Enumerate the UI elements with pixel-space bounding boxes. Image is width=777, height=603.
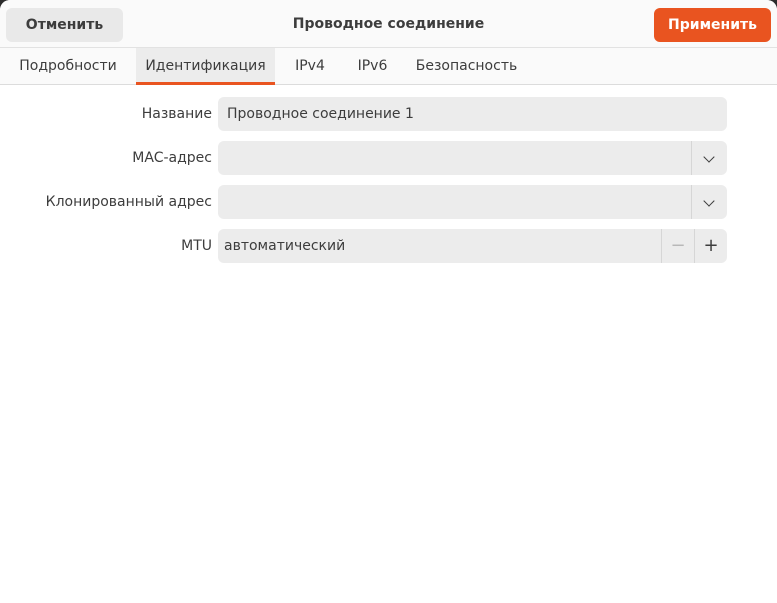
name-input[interactable]: Проводное соединение 1 <box>218 97 727 131</box>
chevron-down-icon <box>703 151 715 163</box>
plus-icon: + <box>703 235 719 256</box>
tab-bar: Подробности Идентификация IPv4 IPv6 Безо… <box>0 48 777 85</box>
minus-icon: − <box>670 235 686 256</box>
mtu-decrement-button[interactable]: − <box>661 229 694 263</box>
mac-dropdown-button[interactable] <box>692 141 727 175</box>
cloned-address-combobox[interactable] <box>218 185 727 219</box>
cloned-address-label: Клонированный адрес <box>45 194 212 210</box>
tab-security[interactable]: Безопасность <box>406 48 527 85</box>
cancel-button[interactable]: Отменить <box>6 8 123 42</box>
name-input-value: Проводное соединение 1 <box>227 106 414 122</box>
mtu-increment-button[interactable]: + <box>694 229 727 263</box>
mac-combobox[interactable] <box>218 141 727 175</box>
tab-ipv4[interactable]: IPv4 <box>281 48 339 85</box>
cloned-address-dropdown-button[interactable] <box>692 185 727 219</box>
tab-details[interactable]: Подробности <box>6 48 130 85</box>
mtu-value[interactable]: автоматический <box>224 229 345 263</box>
connection-dialog: Отменить Проводное соединение Применить … <box>0 0 777 603</box>
tab-ipv6[interactable]: IPv6 <box>345 48 400 85</box>
apply-button[interactable]: Применить <box>654 8 771 42</box>
mac-label: MAC-адрес <box>132 150 212 166</box>
name-label: Название <box>141 106 212 122</box>
header-bar: Отменить Проводное соединение Применить <box>0 0 777 48</box>
mtu-spinbutton[interactable]: автоматический − + <box>218 229 727 263</box>
chevron-down-icon <box>703 195 715 207</box>
mtu-label: MTU <box>181 238 212 254</box>
tab-identity[interactable]: Идентификация <box>136 48 275 85</box>
